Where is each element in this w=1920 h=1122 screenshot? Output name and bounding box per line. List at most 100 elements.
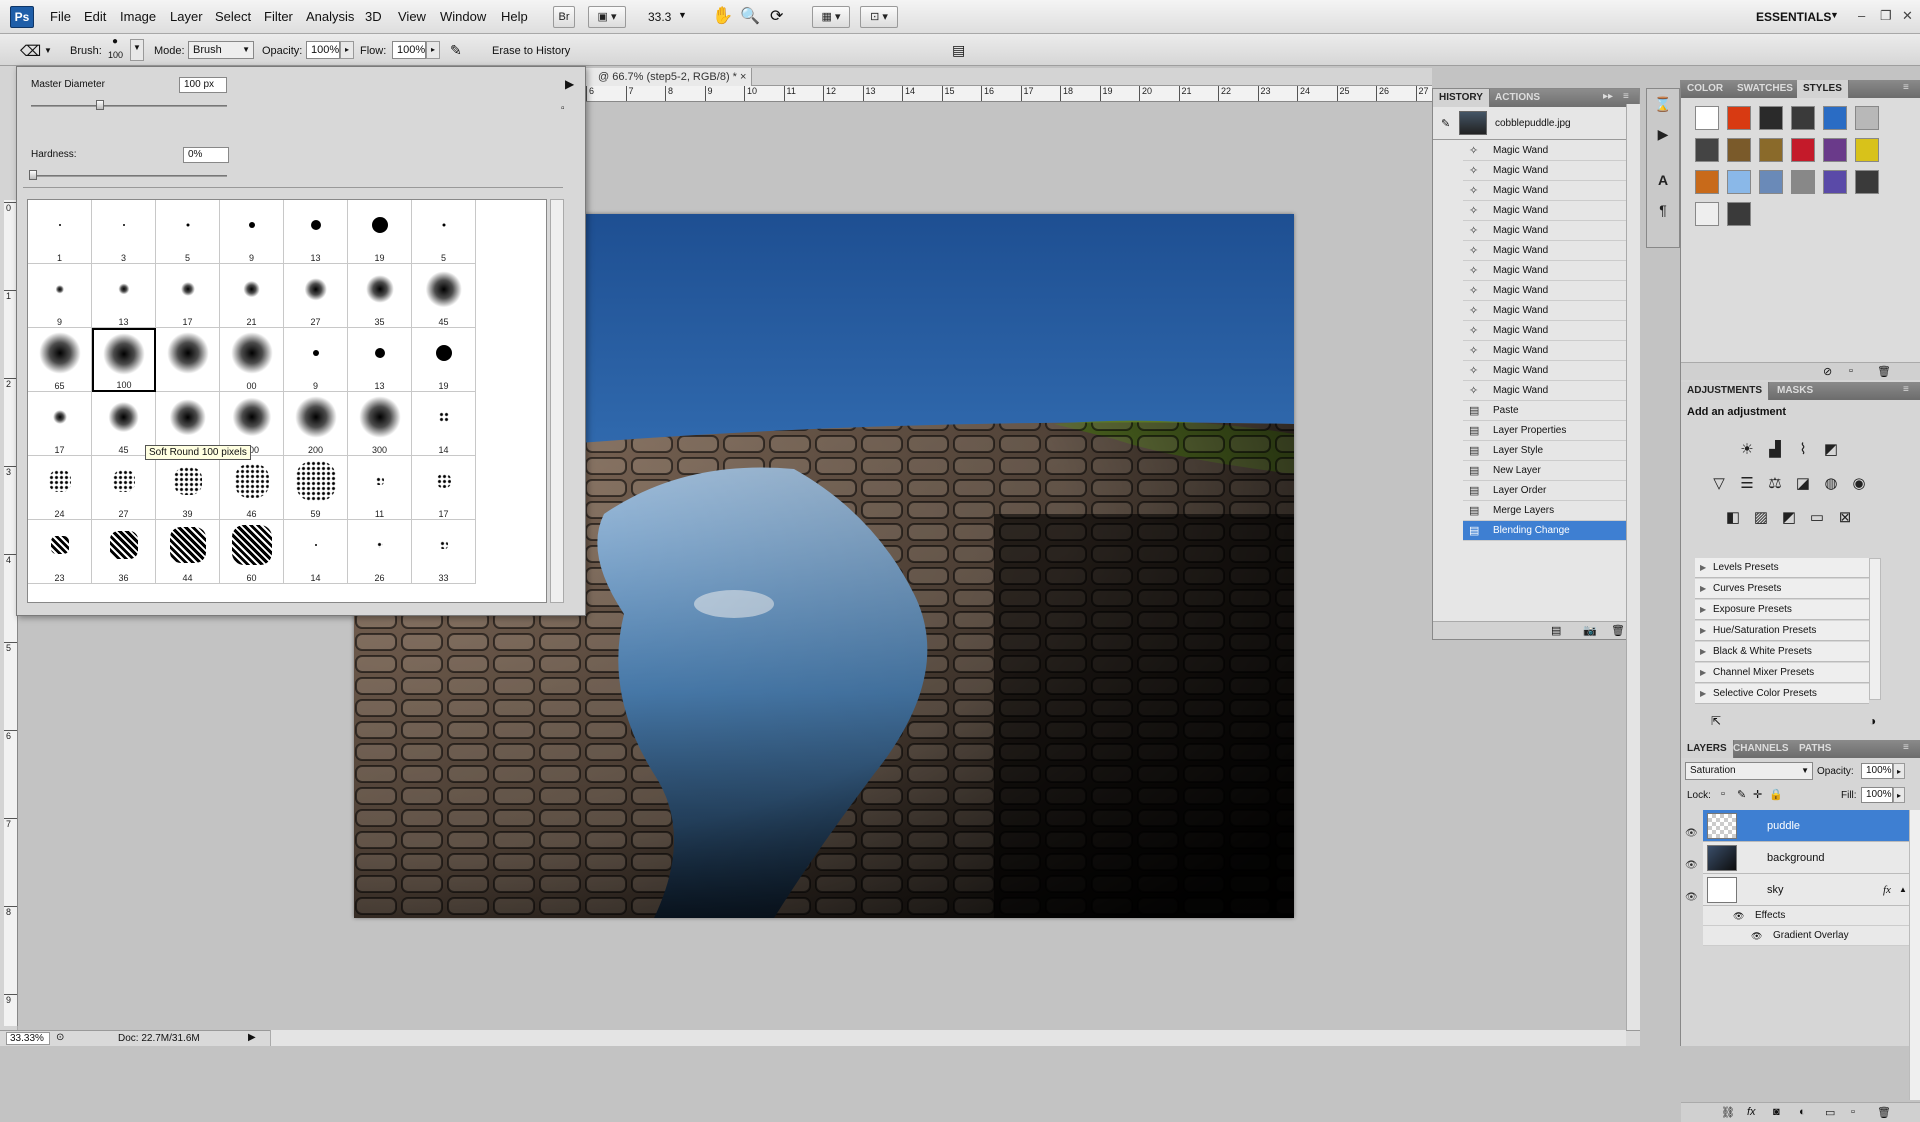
exposure-icon[interactable]: ◩ bbox=[1819, 438, 1843, 462]
clear-style-icon[interactable]: ⊘ bbox=[1823, 365, 1832, 378]
master-diameter-slider-knob[interactable] bbox=[95, 100, 104, 110]
adjustment-preset-item[interactable]: Curves Presets bbox=[1695, 579, 1869, 599]
brush-preset-cell[interactable]: 60 bbox=[220, 520, 284, 584]
style-swatch[interactable] bbox=[1727, 202, 1751, 226]
style-swatch[interactable] bbox=[1695, 106, 1719, 130]
zoom-level[interactable]: 33.3 bbox=[648, 10, 671, 24]
brush-preview-dot[interactable]: ● bbox=[112, 36, 118, 47]
levels-icon[interactable]: ▟ bbox=[1763, 438, 1787, 462]
style-swatch[interactable] bbox=[1823, 170, 1847, 194]
zoom-dropdown-icon[interactable]: ▼ bbox=[678, 10, 687, 20]
brush-preset-cell[interactable]: 100 bbox=[92, 328, 156, 392]
lock-all-icon[interactable]: 🔒 bbox=[1769, 788, 1783, 801]
eye-icon[interactable]: 👁 bbox=[1733, 906, 1744, 926]
lock-transparent-icon[interactable]: ▫ bbox=[1721, 788, 1725, 800]
history-panel-icon[interactable]: ⌛ bbox=[1652, 93, 1674, 115]
history-state[interactable]: ✧ Magic Wand bbox=[1463, 261, 1627, 281]
adjustment-preset-item[interactable]: Hue/Saturation Presets bbox=[1695, 621, 1869, 641]
rotate-view-icon[interactable]: ⟳ bbox=[770, 6, 783, 26]
app-logo[interactable]: Ps bbox=[10, 6, 34, 28]
brush-preset-cell[interactable] bbox=[156, 328, 220, 392]
new-document-from-state-icon[interactable]: ▤ bbox=[1551, 624, 1561, 637]
brush-preset-cell[interactable]: 9 bbox=[220, 200, 284, 264]
airbrush-icon[interactable]: ✎ bbox=[450, 42, 462, 59]
menu-help[interactable]: Help bbox=[501, 9, 528, 24]
brush-preset-cell[interactable]: 35 bbox=[348, 264, 412, 328]
brush-preset-cell[interactable]: 65 bbox=[28, 328, 92, 392]
brush-preset-cell[interactable]: 17 bbox=[28, 392, 92, 456]
curves-icon[interactable]: ⌇ bbox=[1791, 438, 1815, 462]
adjustment-preset-item[interactable]: Selective Color Presets bbox=[1695, 684, 1869, 704]
brush-preset-cell[interactable]: 200 bbox=[284, 392, 348, 456]
posterize-icon[interactable]: ▨ bbox=[1749, 506, 1773, 530]
panel-menu-icon[interactable]: ≡ bbox=[1903, 384, 1909, 395]
brush-preset-cell[interactable]: 5 bbox=[412, 200, 476, 264]
close-icon[interactable]: ✕ bbox=[1902, 8, 1913, 24]
style-swatch[interactable] bbox=[1695, 170, 1719, 194]
brush-preset-cell[interactable]: 27 bbox=[92, 456, 156, 520]
brush-preset-cell[interactable]: 5 bbox=[156, 200, 220, 264]
style-swatch[interactable] bbox=[1855, 170, 1879, 194]
history-state[interactable]: ▤ Layer Order bbox=[1463, 481, 1627, 501]
adjustment-preset-item[interactable]: Levels Presets bbox=[1695, 558, 1869, 578]
history-brush-source-icon[interactable]: ✎ bbox=[1441, 117, 1450, 130]
tab-history[interactable]: HISTORY bbox=[1433, 89, 1490, 107]
tab-color[interactable]: COLOR bbox=[1681, 80, 1729, 98]
brush-preset-cell[interactable]: 17 bbox=[412, 456, 476, 520]
layer-row-sky[interactable]: 👁 sky fx ▲ bbox=[1685, 874, 1911, 906]
brush-preset-cell[interactable]: 24 bbox=[28, 456, 92, 520]
history-state[interactable]: ▤ Merge Layers bbox=[1463, 501, 1627, 521]
brush-preset-cell[interactable]: 13 bbox=[348, 328, 412, 392]
picker-menu-icon[interactable]: ▶ bbox=[565, 77, 574, 91]
history-state[interactable]: ✧ Magic Wand bbox=[1463, 241, 1627, 261]
tool-preset-dropdown-icon[interactable]: ▼ bbox=[44, 46, 52, 55]
brush-preset-cell[interactable]: 26 bbox=[348, 520, 412, 584]
history-state[interactable]: ▤ Layer Style bbox=[1463, 441, 1627, 461]
style-swatch[interactable] bbox=[1823, 138, 1847, 162]
layers-scrollbar[interactable] bbox=[1909, 810, 1920, 1100]
menu-image[interactable]: Image bbox=[120, 9, 156, 24]
history-state[interactable]: ▤ New Layer bbox=[1463, 461, 1627, 481]
delete-style-icon[interactable]: 🗑 bbox=[1877, 365, 1891, 378]
style-swatch[interactable] bbox=[1759, 170, 1783, 194]
new-snapshot-icon[interactable]: 📷 bbox=[1583, 624, 1597, 637]
flow-slider-button[interactable]: ▸ bbox=[426, 41, 440, 59]
zoom-percentage-field[interactable]: 33.33% bbox=[6, 1032, 50, 1045]
history-state[interactable]: ✧ Magic Wand bbox=[1463, 381, 1627, 401]
menu-filter[interactable]: Filter bbox=[264, 9, 293, 24]
adjustment-preset-item[interactable]: Black & White Presets bbox=[1695, 642, 1869, 662]
layer-row-puddle[interactable]: 👁 puddle bbox=[1685, 810, 1911, 842]
new-group-icon[interactable]: ▭ bbox=[1825, 1106, 1835, 1119]
delete-layer-icon[interactable]: 🗑 bbox=[1877, 1106, 1891, 1119]
brush-preset-cell[interactable]: 11 bbox=[348, 456, 412, 520]
brush-grid-scrollbar[interactable] bbox=[550, 199, 564, 603]
brush-preset-cell[interactable]: 23 bbox=[28, 520, 92, 584]
screen-mode-button[interactable]: ▣ ▾ bbox=[588, 6, 626, 28]
lock-position-icon[interactable]: ✛ bbox=[1753, 788, 1762, 801]
tab-channels[interactable]: CHANNELS bbox=[1727, 740, 1795, 758]
tab-swatches[interactable]: SWATCHES bbox=[1731, 80, 1799, 98]
workspace-switcher[interactable]: ESSENTIALS bbox=[1756, 10, 1831, 24]
hand-tool-icon[interactable]: ✋ bbox=[712, 6, 733, 26]
minimize-icon[interactable]: – bbox=[1858, 8, 1865, 23]
opacity-field[interactable]: 100% bbox=[306, 41, 340, 59]
brush-preset-cell[interactable]: 44 bbox=[156, 520, 220, 584]
eye-icon[interactable]: 👁 bbox=[1685, 818, 1699, 839]
menu-file[interactable]: File bbox=[50, 9, 71, 24]
arrange-documents-button[interactable]: ▦ ▾ bbox=[812, 6, 850, 28]
history-state[interactable]: ✧ Magic Wand bbox=[1463, 141, 1627, 161]
history-state[interactable]: ✧ Magic Wand bbox=[1463, 281, 1627, 301]
status-info-icon[interactable]: ⊙ bbox=[56, 1032, 64, 1043]
brush-preset-cell[interactable]: 45 bbox=[412, 264, 476, 328]
character-panel-icon[interactable]: A bbox=[1652, 169, 1674, 191]
brush-preset-cell[interactable]: 19 bbox=[348, 200, 412, 264]
new-style-icon[interactable]: ▫ bbox=[1849, 365, 1853, 377]
hardness-slider-knob[interactable] bbox=[29, 170, 37, 180]
hue-saturation-icon[interactable]: ☰ bbox=[1735, 472, 1759, 496]
style-swatch[interactable] bbox=[1695, 138, 1719, 162]
brush-preset-cell[interactable]: 33 bbox=[412, 520, 476, 584]
style-swatch[interactable] bbox=[1791, 170, 1815, 194]
actions-panel-icon[interactable]: ▶ bbox=[1652, 123, 1674, 145]
add-mask-icon[interactable]: ◙ bbox=[1773, 1106, 1780, 1118]
tab-layers[interactable]: LAYERS bbox=[1681, 740, 1734, 758]
